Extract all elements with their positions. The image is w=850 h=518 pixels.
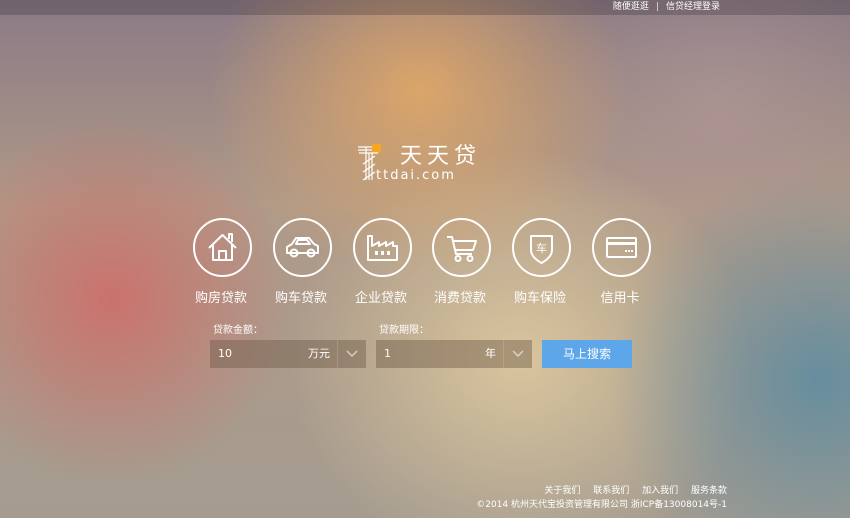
icon-circle bbox=[432, 218, 491, 277]
footer-link-contact[interactable]: 联系我们 bbox=[593, 486, 629, 496]
logo-name: 天天贷 bbox=[400, 144, 482, 169]
icon-circle bbox=[353, 218, 412, 277]
loan-term-unit: 年 bbox=[485, 347, 496, 360]
loan-amount-unit: 万元 bbox=[308, 347, 330, 360]
browse-link[interactable]: 随便逛逛 bbox=[613, 2, 649, 12]
service-car-loan[interactable]: 购车贷款 bbox=[262, 218, 342, 318]
loan-amount-field[interactable]: 10 万元 bbox=[210, 340, 366, 368]
chevron-down-icon bbox=[512, 350, 524, 358]
service-label: 信用卡 bbox=[600, 291, 640, 306]
top-bar: 随便逛逛 | 信贷经理登录 bbox=[0, 0, 850, 15]
service-label: 企业贷款 bbox=[354, 291, 407, 306]
icon-circle: 车 bbox=[512, 218, 571, 277]
icon-circle bbox=[592, 218, 651, 277]
footer-links: 关于我们 联系我们 加入我们 服务条款 bbox=[534, 485, 727, 497]
loan-amount-value[interactable]: 10 bbox=[218, 340, 232, 368]
loan-amount-dropdown[interactable] bbox=[337, 340, 366, 368]
loan-term-field[interactable]: 1 年 bbox=[376, 340, 532, 368]
loan-term-dropdown[interactable] bbox=[503, 340, 532, 368]
service-credit-card[interactable]: 信用卡 bbox=[581, 218, 661, 318]
service-consumer-loan[interactable]: 消费贷款 bbox=[421, 218, 501, 318]
loan-amount-label: 贷款金额： bbox=[213, 325, 263, 336]
loan-term-value[interactable]: 1 bbox=[384, 340, 391, 368]
top-links: 随便逛逛 | 信贷经理登录 bbox=[613, 0, 720, 15]
service-label: 消费贷款 bbox=[433, 291, 486, 306]
car-insurance-shield-icon: 车 bbox=[530, 235, 553, 264]
footer-link-terms[interactable]: 服务条款 bbox=[691, 486, 727, 496]
logo[interactable]: 天天贷 ttdai.com bbox=[358, 144, 498, 184]
loan-manager-login-link[interactable]: 信贷经理登录 bbox=[666, 2, 720, 12]
factory-icon bbox=[367, 235, 398, 261]
footer-link-about[interactable]: 关于我们 bbox=[544, 486, 580, 496]
car-icon bbox=[286, 237, 319, 258]
search-button[interactable]: 马上搜索 bbox=[542, 340, 632, 368]
service-home-loan[interactable]: 购房贷款 bbox=[182, 218, 262, 318]
service-label: 购房贷款 bbox=[194, 291, 247, 306]
logo-domain: ttdai.com bbox=[376, 168, 456, 183]
shopping-cart-icon bbox=[447, 236, 477, 262]
icon-circle bbox=[273, 218, 332, 277]
credit-card-icon bbox=[606, 237, 637, 258]
separator: | bbox=[655, 2, 659, 12]
house-icon bbox=[208, 233, 237, 261]
footer-link-join[interactable]: 加入我们 bbox=[642, 486, 678, 496]
loan-term-label: 贷款期限： bbox=[379, 325, 429, 336]
service-business-loan[interactable]: 企业贷款 bbox=[342, 218, 422, 318]
chevron-down-icon bbox=[346, 350, 358, 358]
service-label: 购车贷款 bbox=[274, 291, 327, 306]
icon-circle bbox=[193, 218, 252, 277]
copyright: ©2014 杭州天代宝投资管理有限公司 浙ICP备13008014号-1 bbox=[476, 500, 727, 510]
svg-text:车: 车 bbox=[536, 241, 547, 255]
service-car-insurance[interactable]: 车 购车保险 bbox=[501, 218, 581, 318]
service-label: 购车保险 bbox=[513, 291, 566, 306]
